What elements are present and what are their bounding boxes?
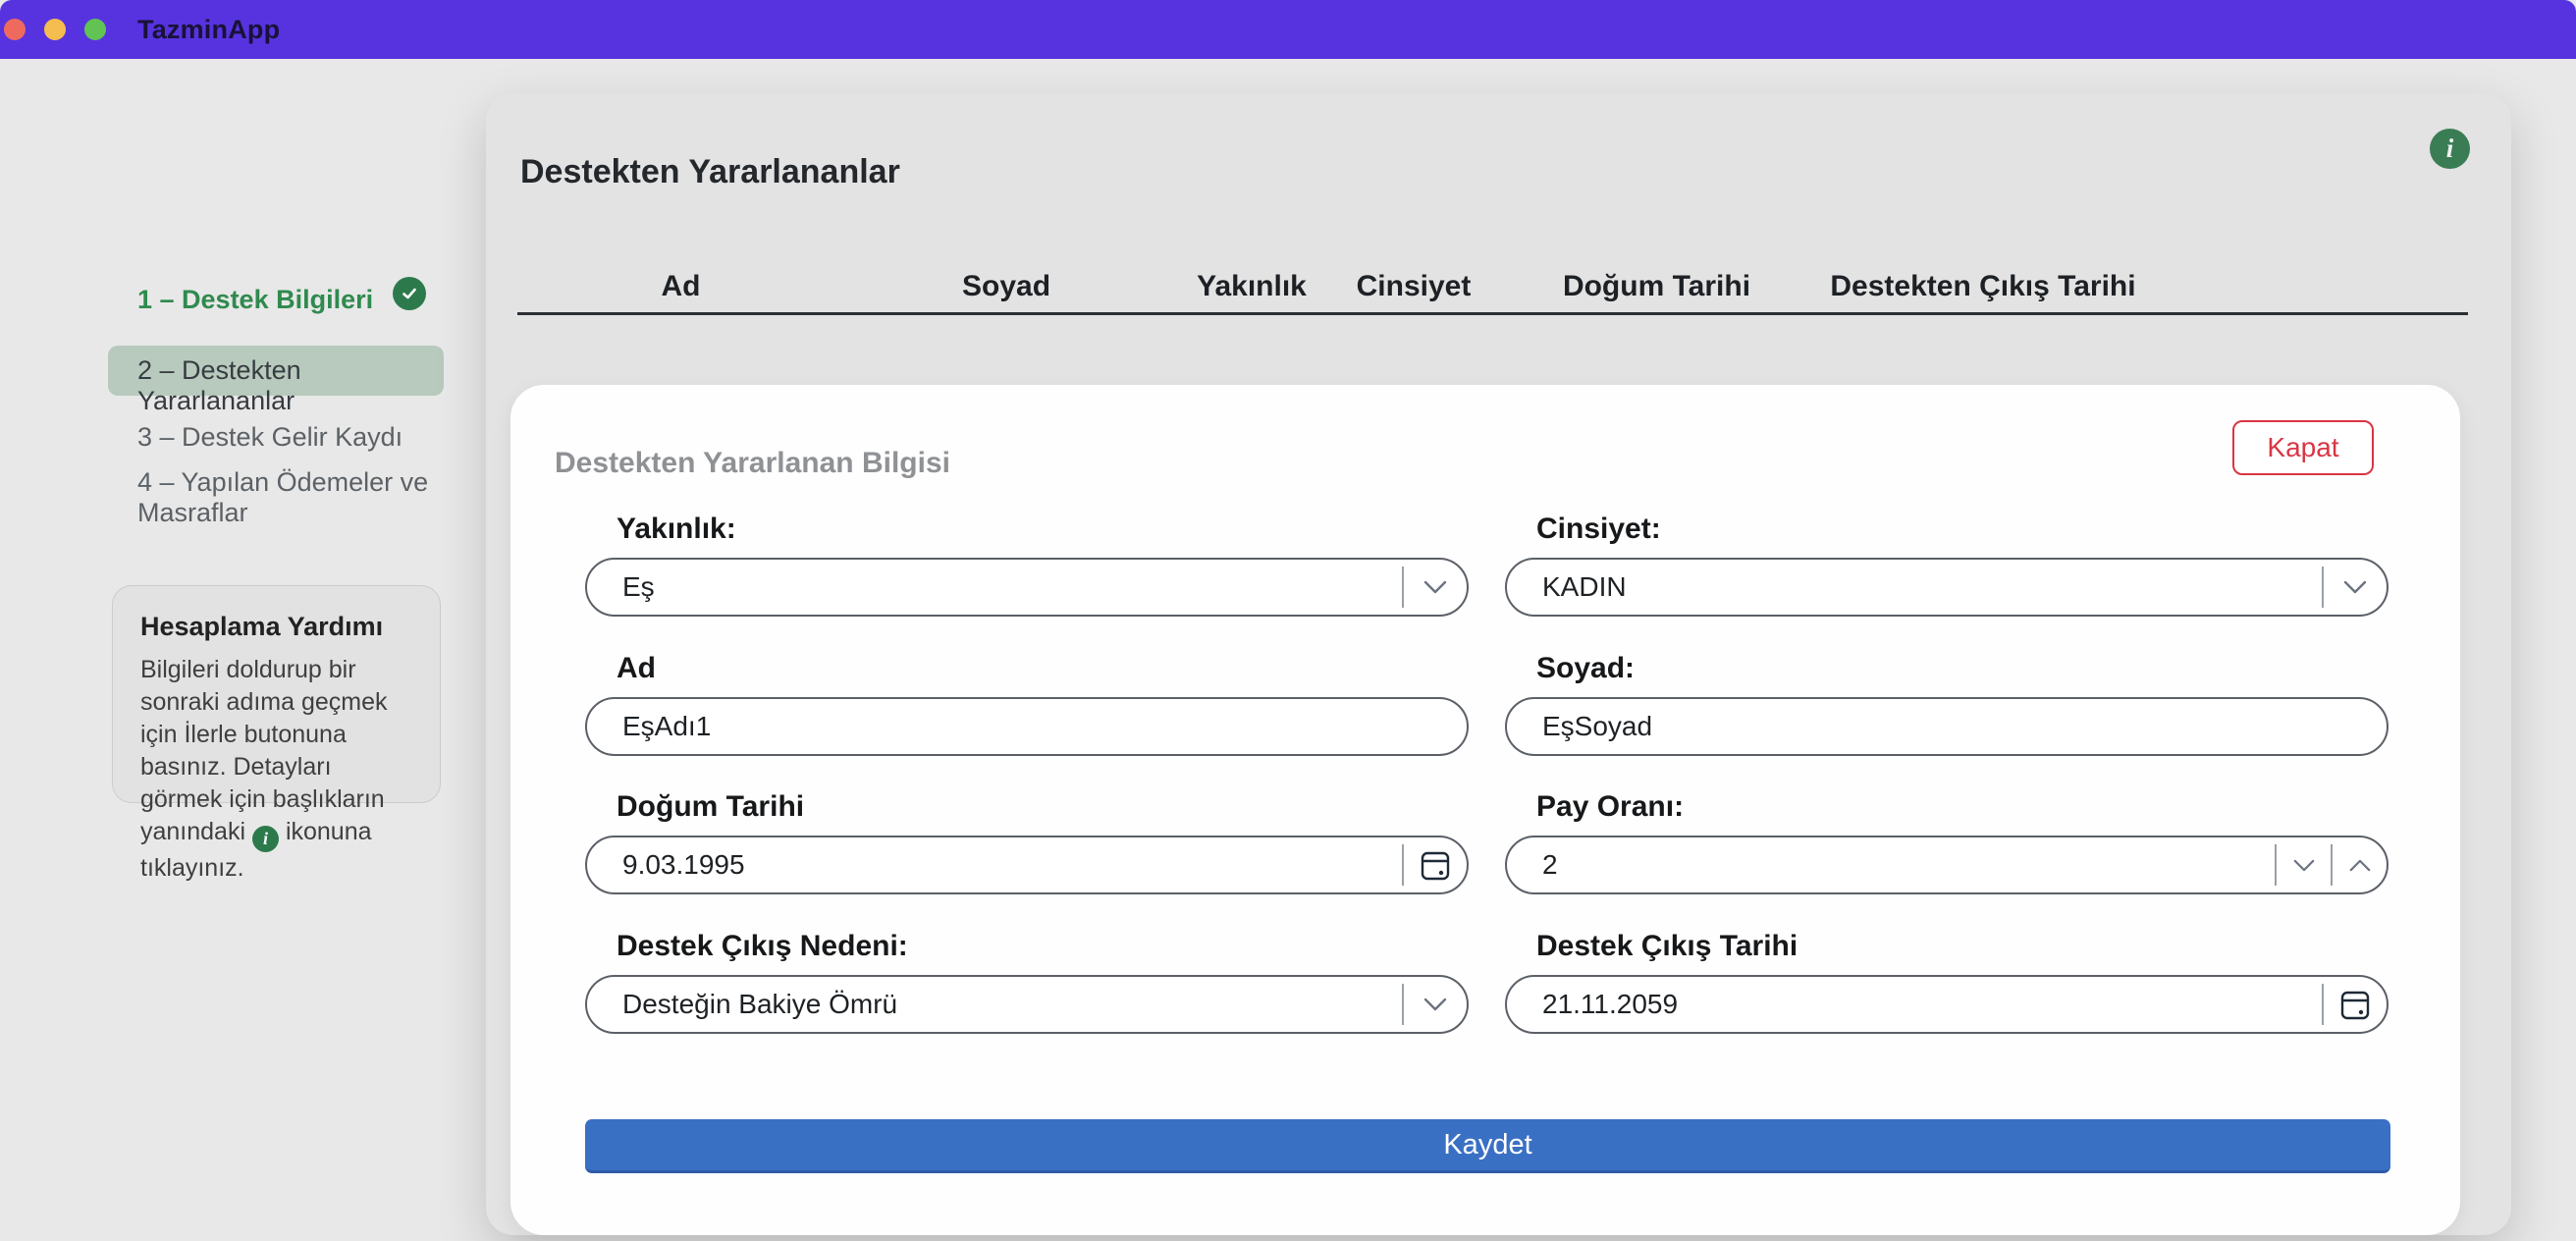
dogum-tarihi-date-input[interactable]: 9.03.1995 (585, 836, 1469, 894)
column-header-cinsiyet: Cinsiyet (1335, 270, 1492, 303)
beneficiary-form-card: Destekten Yararlanan Bilgisi Kapat Yakın… (510, 385, 2460, 1235)
soyad-value: EşSoyad (1542, 711, 2387, 742)
beneficiaries-panel: Destekten Yararlananlar i Ad Soyad Yakın… (486, 93, 2511, 1235)
column-header-ad: Ad (517, 270, 844, 303)
window-controls (4, 19, 106, 40)
field-destek-cikis-tarihi: Destek Çıkış Tarihi 21.11.2059 (1505, 930, 2388, 1034)
field-ad: Ad EşAdı1 (585, 652, 1469, 756)
ad-label: Ad (617, 652, 1469, 685)
field-cinsiyet: Cinsiyet: KADIN (1505, 513, 2388, 617)
calculation-help-box: Hesaplama Yardımı Bilgileri doldurup bir… (112, 585, 441, 803)
table-header-divider (517, 312, 2468, 315)
cinsiyet-value: KADIN (1542, 571, 2322, 603)
sidebar-step-3[interactable]: 3 – Destek Gelir Kaydı (137, 422, 402, 453)
form-title: Destekten Yararlanan Bilgisi (555, 447, 950, 480)
destek-cikis-nedeni-label: Destek Çıkış Nedeni: (617, 930, 1469, 963)
column-header-dogum-tarihi: Doğum Tarihi (1492, 270, 1821, 303)
beneficiaries-table-header: Ad Soyad Yakınlık Cinsiyet Doğum Tarihi … (517, 270, 2442, 303)
info-icon-button[interactable]: i (2430, 129, 2470, 169)
app-window: { "titlebar": { "app_title": "TazminApp"… (0, 0, 2576, 1241)
sidebar-step-2[interactable]: 2 – Destekten Yararlananlar (137, 355, 447, 416)
maximize-window-button[interactable] (84, 19, 106, 40)
close-form-button[interactable]: Kapat (2232, 420, 2374, 475)
soyad-label: Soyad: (1536, 652, 2388, 685)
calendar-icon[interactable] (1404, 849, 1467, 881)
close-window-button[interactable] (4, 19, 26, 40)
destek-cikis-nedeni-value: Desteğin Bakiye Ömrü (622, 989, 1402, 1020)
save-button[interactable]: Kaydet (585, 1119, 2390, 1173)
app-title: TazminApp (137, 15, 280, 45)
help-title: Hesaplama Yardımı (140, 612, 412, 642)
chevron-down-icon[interactable] (2324, 579, 2387, 595)
yakinlik-label: Yakınlık: (617, 513, 1469, 546)
stepper-increment-chevron-up-icon[interactable] (2333, 858, 2387, 873)
stepper-decrement-chevron-down-icon[interactable] (2277, 858, 2331, 873)
destek-cikis-nedeni-select[interactable]: Desteğin Bakiye Ömrü (585, 975, 1469, 1034)
yakinlik-select[interactable]: Eş (585, 558, 1469, 617)
page-title: Destekten Yararlananlar (520, 153, 900, 191)
chevron-down-icon[interactable] (1404, 579, 1467, 595)
column-header-destekten-cikis-tarihi: Destekten Çıkış Tarihi (1821, 270, 2145, 303)
pay-orani-value: 2 (1542, 849, 2275, 881)
column-header-yakinlik: Yakınlık (1168, 270, 1335, 303)
field-dogum-tarihi: Doğum Tarihi 9.03.1995 (585, 790, 1469, 894)
check-circle-icon (393, 277, 426, 310)
yakinlik-value: Eş (622, 571, 1402, 603)
pay-orani-label: Pay Oranı: (1536, 790, 2388, 824)
field-destek-cikis-nedeni: Destek Çıkış Nedeni: Desteğin Bakiye Ömr… (585, 930, 1469, 1034)
cinsiyet-select[interactable]: KADIN (1505, 558, 2388, 617)
sidebar-step-4[interactable]: 4 – Yapılan Ödemeler ve Masraflar (137, 467, 432, 528)
chevron-down-icon[interactable] (1404, 997, 1467, 1012)
info-icon: i (252, 826, 279, 852)
ad-input[interactable]: EşAdı1 (585, 697, 1469, 756)
destek-cikis-tarihi-label: Destek Çıkış Tarihi (1536, 930, 2388, 963)
sidebar-step-1[interactable]: 1 – Destek Bilgileri (137, 285, 373, 315)
pay-orani-stepper[interactable]: 2 (1505, 836, 2388, 894)
ad-value: EşAdı1 (622, 711, 1467, 742)
destek-cikis-tarihi-date-input[interactable]: 21.11.2059 (1505, 975, 2388, 1034)
cinsiyet-label: Cinsiyet: (1536, 513, 2388, 546)
help-body: Bilgileri doldurup bir sonraki adıma geç… (140, 654, 412, 885)
window-titlebar: TazminApp (0, 0, 2576, 59)
field-soyad: Soyad: EşSoyad (1505, 652, 2388, 756)
field-pay-orani: Pay Oranı: 2 (1505, 790, 2388, 894)
dogum-tarihi-label: Doğum Tarihi (617, 790, 1469, 824)
dogum-tarihi-value: 9.03.1995 (622, 849, 1402, 881)
field-yakinlik: Yakınlık: Eş (585, 513, 1469, 617)
destek-cikis-tarihi-value: 21.11.2059 (1542, 989, 2322, 1020)
column-header-soyad: Soyad (844, 270, 1168, 303)
minimize-window-button[interactable] (44, 19, 66, 40)
soyad-input[interactable]: EşSoyad (1505, 697, 2388, 756)
calendar-icon[interactable] (2324, 989, 2387, 1020)
